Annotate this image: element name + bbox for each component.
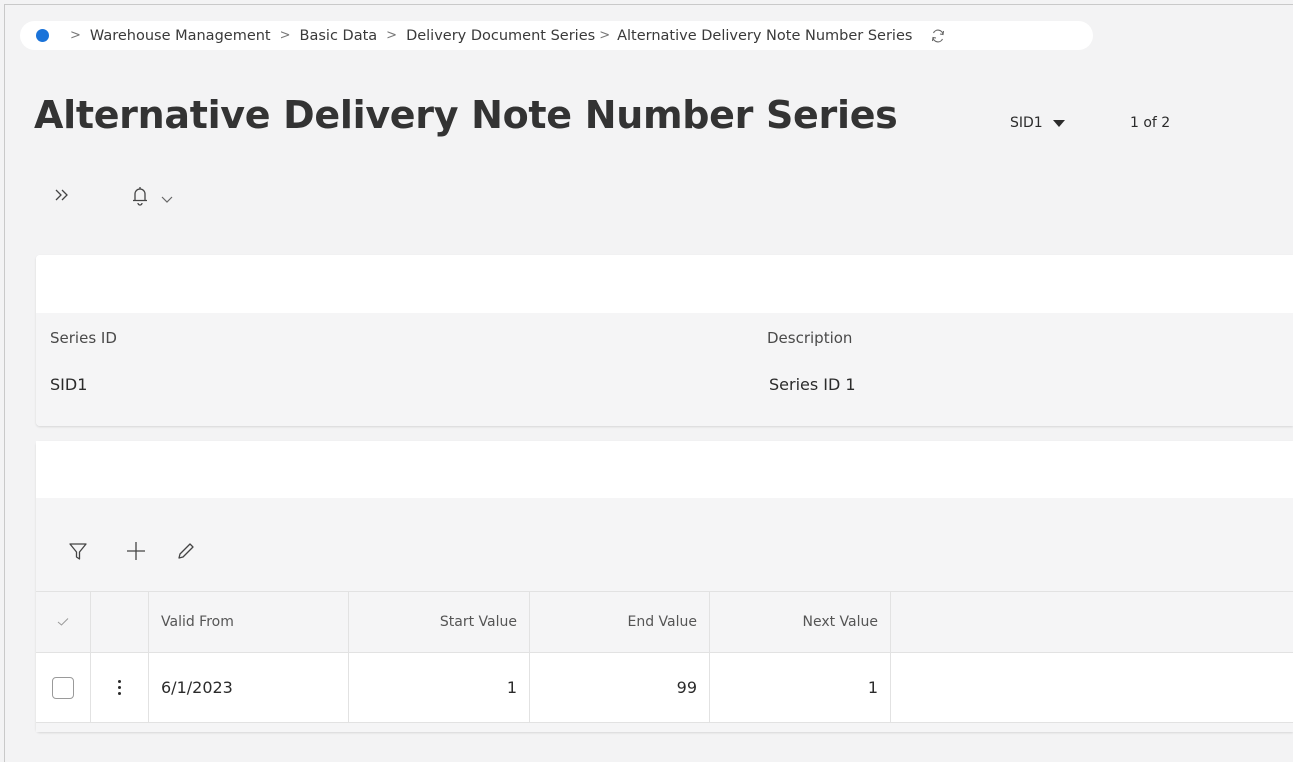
page-title: Alternative Delivery Note Number Series xyxy=(34,93,898,137)
menu-header xyxy=(91,592,149,652)
cell-end-value: 99 xyxy=(530,653,710,722)
chevron-right-icon: > xyxy=(386,28,398,43)
plus-icon xyxy=(127,542,145,560)
card-body: Valid From Start Value End Value Next Va… xyxy=(36,498,1293,732)
data-grid: Valid From Start Value End Value Next Va… xyxy=(36,591,1293,732)
row-menu-cell xyxy=(91,653,149,722)
breadcrumb-item-basic-data[interactable]: Basic Data xyxy=(300,28,378,44)
column-header-valid-from[interactable]: Valid From xyxy=(149,592,349,652)
description-value: Series ID 1 xyxy=(769,375,856,394)
grid-toolbar xyxy=(68,536,224,566)
table-row[interactable]: 6/1/2023 1 99 1 xyxy=(36,652,1293,723)
filter-button[interactable] xyxy=(58,536,98,566)
chevron-right-icon: > xyxy=(599,28,611,43)
home-dot-icon[interactable] xyxy=(36,29,49,42)
series-id-label: Series ID xyxy=(50,329,117,347)
refresh-icon[interactable] xyxy=(930,28,946,44)
cell-valid-from: 6/1/2023 xyxy=(149,653,349,722)
series-header-card: Series ID SID1 Description Series ID 1 xyxy=(36,255,1293,426)
pencil-icon xyxy=(178,543,194,559)
breadcrumb-item-warehouse-management[interactable]: Warehouse Management xyxy=(90,28,271,44)
chevron-right-icon: > xyxy=(70,28,81,43)
grid-header-row: Valid From Start Value End Value Next Va… xyxy=(36,592,1293,652)
caret-down-icon xyxy=(1052,119,1065,127)
chevron-right-icon: > xyxy=(279,28,291,43)
chevron-down-icon xyxy=(161,196,173,203)
bell-icon xyxy=(133,187,147,206)
expand-double-chevron-icon xyxy=(55,189,68,201)
filter-icon xyxy=(69,543,87,560)
notifications-button[interactable] xyxy=(130,185,174,207)
breadcrumb-item-delivery-document-series[interactable]: Delivery Document Series xyxy=(406,28,595,44)
column-header-end-value[interactable]: End Value xyxy=(530,592,710,652)
card-header-bar xyxy=(36,255,1293,313)
breadcrumb-item-current: Alternative Delivery Note Number Series xyxy=(617,27,913,44)
row-checkbox-cell xyxy=(36,653,91,722)
record-count: 1 of 2 xyxy=(1130,115,1171,131)
column-header-next-value[interactable]: Next Value xyxy=(710,592,891,652)
expand-button[interactable] xyxy=(52,185,72,205)
description-label: Description xyxy=(767,329,853,347)
record-selector[interactable]: SID1 xyxy=(1010,115,1065,131)
kebab-menu-icon[interactable] xyxy=(118,680,121,695)
breadcrumb: > Warehouse Management > Basic Data > De… xyxy=(20,21,1093,50)
select-all-header[interactable] xyxy=(36,592,91,652)
series-id-value: SID1 xyxy=(50,375,88,394)
validity-grid-card: Valid From Start Value End Value Next Va… xyxy=(36,441,1293,732)
edit-button[interactable] xyxy=(166,536,206,566)
cell-next-value: 1 xyxy=(710,653,891,722)
add-button[interactable] xyxy=(116,536,156,566)
record-selector-value: SID1 xyxy=(1010,115,1043,131)
cell-start-value: 1 xyxy=(349,653,530,722)
column-header-start-value[interactable]: Start Value xyxy=(349,592,530,652)
column-header-filler xyxy=(891,592,1293,652)
card-body: Series ID SID1 Description Series ID 1 xyxy=(36,313,1293,426)
card-header-bar xyxy=(36,441,1293,498)
row-checkbox[interactable] xyxy=(52,676,74,699)
check-icon xyxy=(57,618,69,626)
cell-filler xyxy=(891,653,1293,722)
